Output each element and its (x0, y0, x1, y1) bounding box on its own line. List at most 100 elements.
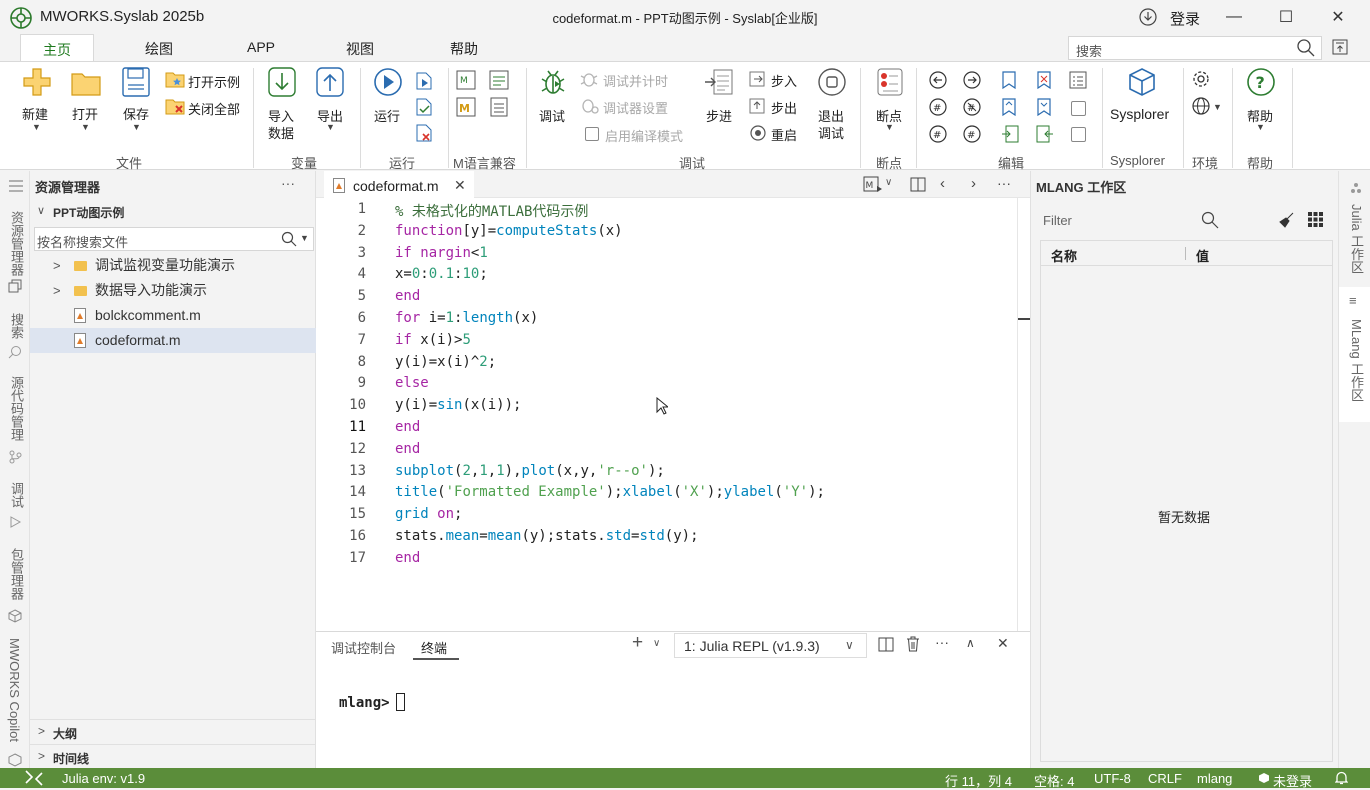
code-line[interactable]: subplot(2,1,1),plot(x,y,'r--o'); (395, 463, 665, 479)
line-number[interactable]: 14 (316, 484, 366, 500)
list-icon[interactable] (1068, 70, 1088, 90)
forward-icon[interactable] (962, 70, 982, 90)
save-icon[interactable] (122, 67, 150, 97)
mlang-workspace-tab[interactable]: MLang 工作区 (1347, 319, 1366, 401)
new-button-label[interactable]: 新建 (22, 104, 48, 123)
code-line[interactable]: else (395, 375, 429, 391)
open-example-button[interactable]: 打开示例 (188, 72, 240, 91)
open-folder-icon[interactable] (71, 70, 101, 96)
project-chevron-icon[interactable]: ∨ (37, 204, 45, 217)
download-icon[interactable] (1139, 8, 1157, 26)
edit-option-checkbox-1[interactable] (1071, 101, 1086, 116)
globe-icon[interactable] (1191, 96, 1211, 116)
maximize-panel-icon[interactable]: ∧ (966, 636, 975, 650)
editor-tab-active[interactable]: codeformat.m ✕ (324, 171, 474, 198)
exit-debug-icon[interactable] (817, 67, 847, 97)
code-line[interactable]: end (395, 441, 420, 457)
code-line[interactable]: function[y]=computeStats(x) (395, 223, 623, 239)
line-number[interactable]: 2 (316, 223, 366, 239)
tab-debug-console[interactable]: 调试控制台 (331, 638, 396, 657)
line-number[interactable]: 6 (316, 310, 366, 326)
code-line[interactable]: end (395, 419, 420, 435)
step-in-icon[interactable] (748, 70, 768, 88)
line-number[interactable]: 16 (316, 528, 366, 544)
tree-file-item-selected[interactable]: codeformat.m (30, 328, 316, 353)
minimize-button[interactable]: — (1216, 4, 1252, 30)
code-line[interactable]: stats.mean=mean(y);stats.std=std(y); (395, 528, 699, 544)
line-number[interactable]: 15 (316, 506, 366, 522)
project-name[interactable]: PPT动图示例 (53, 204, 124, 221)
export-data-icon[interactable] (316, 67, 344, 97)
explorer-more-button[interactable]: ··· (281, 175, 295, 191)
save-dropdown-arrow[interactable]: ▼ (132, 122, 141, 132)
m-document-icon[interactable] (488, 96, 510, 118)
indent-icon[interactable] (1000, 124, 1020, 144)
bookmark-clear-icon[interactable] (1035, 70, 1053, 90)
bookmark-icon[interactable] (1000, 70, 1018, 90)
restart-icon[interactable] (748, 124, 768, 142)
language-status[interactable]: mlang (1197, 771, 1232, 786)
debug-button-label[interactable]: 调试 (539, 106, 565, 125)
line-number[interactable]: 13 (316, 463, 366, 479)
collapse-ribbon-icon[interactable] (1332, 39, 1348, 55)
line-number[interactable]: 17 (316, 550, 366, 566)
step-button-label[interactable]: 步进 (706, 106, 732, 125)
tree-folder-item[interactable]: > 调试监视变量功能演示 (30, 253, 316, 278)
code-line[interactable]: if x(i)>5 (395, 332, 471, 348)
activity-source-control[interactable]: 源代码管理 (7, 376, 26, 441)
clear-brush-icon[interactable] (1279, 212, 1295, 228)
exit-debug-label-2[interactable]: 调试 (818, 123, 844, 142)
code-line[interactable]: grid on; (395, 506, 462, 522)
run-button-label[interactable]: 运行 (374, 106, 400, 125)
help-icon[interactable]: ? (1246, 67, 1276, 97)
code-line[interactable]: end (395, 550, 420, 566)
activity-copilot[interactable]: MWORKS Copilot (7, 638, 22, 742)
activity-search[interactable]: 搜索 (7, 313, 26, 339)
close-all-button[interactable]: 关闭全部 (188, 99, 240, 118)
tab-home[interactable]: 主页 (20, 34, 94, 62)
file-search-input[interactable]: 按名称搜索文件 ▼ (34, 227, 314, 251)
outline-section[interactable]: > 大纲 (30, 719, 316, 743)
open-example-icon[interactable] (165, 70, 185, 88)
chevron-down-icon[interactable]: ∨ (653, 638, 660, 649)
activity-package-manager[interactable]: 包管理器 (7, 548, 26, 600)
code-line[interactable]: % 未格式化的MATLAB代码示例 (395, 201, 588, 221)
code-line[interactable]: y(i)=x(i)^2; (395, 354, 496, 370)
line-number[interactable]: 10 (316, 397, 366, 413)
code-line[interactable]: if nargin<1 (395, 245, 488, 261)
code-line[interactable]: x=0:0.1:10; (395, 266, 488, 282)
timeline-section[interactable]: > 时间线 (30, 744, 316, 768)
close-button[interactable]: ✕ (1320, 4, 1356, 30)
uncomment-toggle-icon[interactable]: # (962, 124, 982, 144)
comment-icon[interactable]: # (928, 97, 948, 117)
debug-bug-icon[interactable] (538, 67, 568, 97)
search-icon[interactable] (1201, 211, 1219, 229)
more-actions-icon[interactable]: ··· (935, 634, 949, 650)
column-header-name[interactable]: 名称 (1051, 246, 1077, 265)
grid-view-icon[interactable] (1308, 212, 1323, 227)
run-section-icon[interactable] (414, 71, 434, 91)
tab-plot[interactable]: 绘图 (145, 39, 173, 59)
terminal-cursor[interactable] (396, 693, 405, 711)
import-data-icon[interactable] (268, 67, 296, 97)
trash-icon[interactable] (906, 636, 920, 652)
restart-button[interactable]: 重启 (771, 125, 797, 144)
line-number[interactable]: 3 (316, 245, 366, 261)
close-all-icon[interactable] (165, 97, 185, 115)
tab-view[interactable]: 视图 (346, 39, 374, 59)
line-number[interactable]: 11 (316, 419, 366, 435)
run-advance-icon[interactable] (414, 97, 434, 117)
tab-app[interactable]: APP (247, 39, 275, 55)
new-dropdown-arrow[interactable]: ▼ (32, 122, 41, 132)
tab-help[interactable]: 帮助 (450, 39, 478, 59)
sysplorer-button-label[interactable]: Sysplorer (1110, 106, 1169, 122)
split-editor-icon[interactable] (910, 177, 926, 192)
bookmark-next-icon[interactable] (1035, 97, 1053, 117)
search-icon[interactable] (8, 345, 22, 359)
breakpoint-icon[interactable] (875, 67, 905, 97)
julia-workspace-tab[interactable]: Julia 工作区 (1347, 204, 1366, 273)
settings-gear-icon[interactable] (1192, 70, 1210, 88)
tree-folder-item[interactable]: > 数据导入功能演示 (30, 278, 316, 303)
search-options-dropdown[interactable]: ▼ (300, 233, 309, 243)
line-number[interactable]: 12 (316, 441, 366, 457)
